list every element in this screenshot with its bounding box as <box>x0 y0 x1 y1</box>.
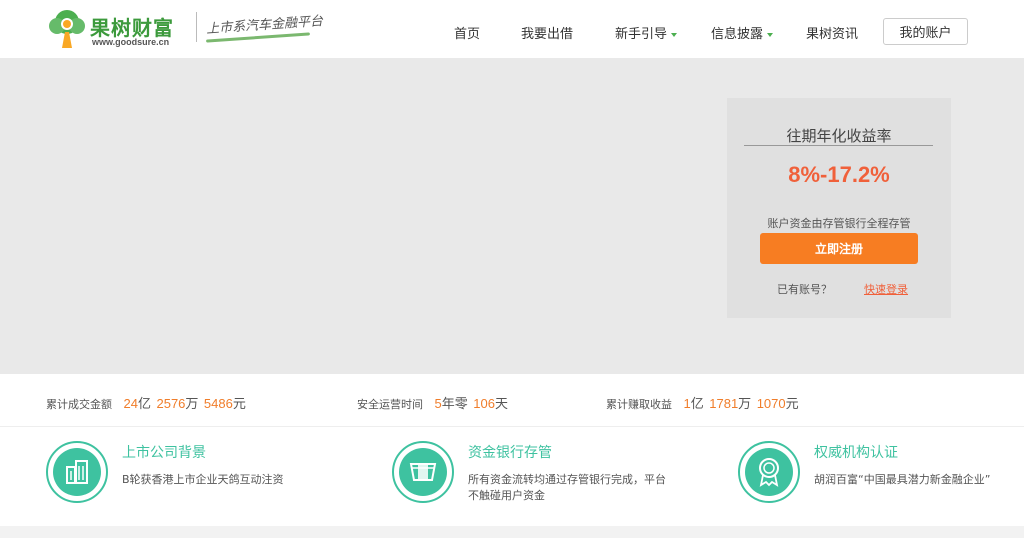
stat-number: 1781 <box>709 396 739 411</box>
stat-unit: 元 <box>785 397 799 412</box>
stat-unit: 元 <box>232 397 246 412</box>
logo-divider <box>196 12 197 42</box>
stat-unit: 万 <box>738 397 752 412</box>
have-account-text: 已有账号？ <box>777 283 832 296</box>
stat-number: 24 <box>123 396 138 411</box>
stat-label: 累计赚取收益 <box>606 398 672 411</box>
feature-bank-custody: 资金银行存管 所有资金流转均通过存管银行完成，平台不触碰用户资金 <box>392 428 692 526</box>
nav-item-guide[interactable]: 新手引导 <box>615 23 678 42</box>
rate-title: 往期年化收益率 <box>786 127 892 145</box>
bank-card-icon <box>409 463 437 481</box>
stat-number: 1070 <box>756 396 786 411</box>
stat-total-volume: 累计成交金额 24亿 2576万 5486元 <box>46 393 248 412</box>
custody-note: 账户资金由存管银行全程存管 <box>767 217 911 230</box>
feature-title: 上市公司背景 <box>122 445 206 461</box>
stats-bar: 累计成交金额 24亿 2576万 5486元 安全运营时间 5年零 106天 累… <box>0 374 1024 427</box>
stat-label: 累计成交金额 <box>46 398 112 411</box>
stat-unit: 万 <box>185 397 199 412</box>
stat-unit: 年零 <box>441 397 468 412</box>
bottom-strip <box>0 526 1024 538</box>
register-button[interactable]: 立即注册 <box>760 233 918 264</box>
stat-number: 5 <box>434 396 442 411</box>
chevron-down-icon <box>671 32 678 37</box>
chevron-down-icon <box>767 32 774 37</box>
stat-number: 106 <box>473 396 495 411</box>
stat-operating-time: 安全运营时间 5年零 106天 <box>357 393 510 412</box>
stat-number: 1 <box>683 396 691 411</box>
stat-number: 2576 <box>156 396 186 411</box>
feature-icon-ring <box>46 441 108 503</box>
logo-url: www.goodsure.cn <box>92 37 170 47</box>
feature-listed-company: 上市公司背景 B轮获香港上市企业天鸽互动注资 <box>46 428 346 526</box>
rate-value: 8%-17.2% <box>788 162 890 187</box>
feature-description: 胡润百富“中国最具潜力新金融企业” <box>814 473 991 486</box>
nav-item-news[interactable]: 果树资讯 <box>806 23 858 42</box>
feature-description: B轮获香港上市企业天鸽互动注资 <box>122 473 284 486</box>
my-account-button[interactable]: 我的账户 <box>883 18 968 45</box>
stat-unit: 天 <box>494 397 508 412</box>
quick-login-link[interactable]: 快速登录 <box>864 281 908 297</box>
feature-description: 所有资金流转均通过存管银行完成，平台不触碰用户资金 <box>468 473 666 502</box>
site-logo[interactable]: 果树财富 www.goodsure.cn <box>46 8 196 50</box>
feature-title: 权威机构认证 <box>814 445 898 461</box>
panel-divider <box>744 145 933 146</box>
stat-unit: 亿 <box>137 397 151 412</box>
feature-icon-ring <box>738 441 800 503</box>
stat-total-earnings: 累计赚取收益 1亿 1781万 1070元 <box>606 393 801 412</box>
hero-banner: 往期年化收益率 8%-17.2% 账户资金由存管银行全程存管 立即注册 已有账号… <box>0 58 1024 374</box>
stat-number: 5486 <box>203 396 233 411</box>
feature-icon-ring <box>392 441 454 503</box>
stat-label: 安全运营时间 <box>357 398 423 411</box>
stat-unit: 亿 <box>690 397 704 412</box>
award-badge-icon <box>759 458 779 487</box>
nav-item-home[interactable]: 首页 <box>454 23 480 42</box>
register-panel: 往期年化收益率 8%-17.2% 账户资金由存管银行全程存管 立即注册 已有账号… <box>727 98 951 318</box>
nav-item-invest[interactable]: 我要出借 <box>521 23 573 42</box>
feature-section: 上市公司背景 B轮获香港上市企业天鸽互动注资 资金银行存管 所有资金流转均通过存… <box>0 428 1024 526</box>
nav-item-disclosure[interactable]: 信息披露 <box>711 23 774 42</box>
feature-certification: 权威机构认证 胡润百富“中国最具潜力新金融企业” <box>738 428 1024 526</box>
building-icon <box>66 460 88 484</box>
site-header: 果树财富 www.goodsure.cn 上市系汽车金融平台 首页 我要出借 新… <box>0 0 1024 58</box>
feature-title: 资金银行存管 <box>468 445 552 461</box>
tree-logo-icon <box>49 10 85 48</box>
